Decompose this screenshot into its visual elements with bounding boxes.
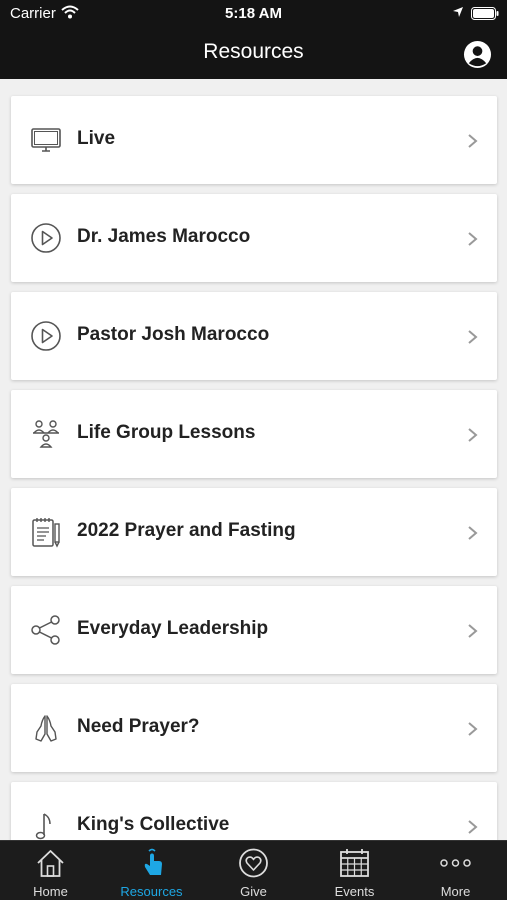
tv-monitor-icon [31,128,61,152]
tab-more[interactable]: More [405,841,506,900]
tab-label: Events [334,884,375,899]
notepad-pen-icon [32,518,60,548]
list-item-dr-james-marocco[interactable]: Dr. James Marocco [11,194,497,282]
tab-label: Give [240,884,267,899]
list-item-label: Live [77,128,116,149]
list-item-everyday-leadership[interactable]: Everyday Leadership [11,586,497,674]
list-item-label: Everyday Leadership [77,618,269,639]
status-time: 5:18 AM [225,5,282,22]
resources-list[interactable]: Live Dr. James Marocco Pastor Josh Maroc… [0,79,507,840]
list-item-label: Need Prayer? [77,716,200,737]
chevron-right-icon [468,330,478,344]
share-nodes-icon [31,615,60,645]
list-item-label: Life Group Lessons [77,422,256,443]
touch-hand-icon [144,848,162,875]
chevron-right-icon [468,526,478,540]
group-people-icon [33,420,59,448]
list-item-kings-collective[interactable]: King's Collective [11,782,497,840]
music-note-icon [35,813,51,840]
more-dots-icon [440,859,471,867]
list-item-2022-prayer-and-fasting[interactable]: 2022 Prayer and Fasting [11,488,497,576]
page-title: Resources [203,40,304,63]
battery-icon [471,7,499,20]
list-item-label: Pastor Josh Marocco [77,324,270,345]
status-bar: Carrier 5:18 AM [0,0,507,28]
tab-label: More [440,884,471,899]
list-item-live[interactable]: Live [11,96,497,184]
chevron-right-icon [468,820,478,834]
list-item-label: Dr. James Marocco [77,226,251,247]
chevron-right-icon [468,722,478,736]
chevron-right-icon [468,232,478,246]
calendar-icon [340,849,369,877]
home-icon [37,850,64,877]
tab-events[interactable]: Events [304,841,405,900]
profile-icon[interactable] [463,40,492,69]
list-item-pastor-josh-marocco[interactable]: Pastor Josh Marocco [11,292,497,380]
chevron-right-icon [468,428,478,442]
list-item-label: 2022 Prayer and Fasting [77,520,296,541]
chevron-right-icon [468,624,478,638]
list-item-life-group-lessons[interactable]: Life Group Lessons [11,390,497,478]
play-circle-icon [31,321,61,351]
top-bar: Carrier 5:18 AM Resources [0,0,507,79]
play-circle-icon [31,223,61,253]
chevron-right-icon [468,134,478,148]
tab-label: Resources [120,884,183,899]
list-item-label: King's Collective [77,814,230,835]
tab-resources[interactable]: Resources [101,841,202,900]
praying-hands-icon [35,715,57,742]
tab-label: Home [33,884,68,899]
tab-bar: Home Resources Give Events More [0,840,507,900]
tab-give[interactable]: Give [203,841,304,900]
tab-home[interactable]: Home [0,841,101,900]
heart-circle-icon [239,848,268,878]
list-item-need-prayer[interactable]: Need Prayer? [11,684,497,772]
location-arrow-icon [453,7,463,17]
